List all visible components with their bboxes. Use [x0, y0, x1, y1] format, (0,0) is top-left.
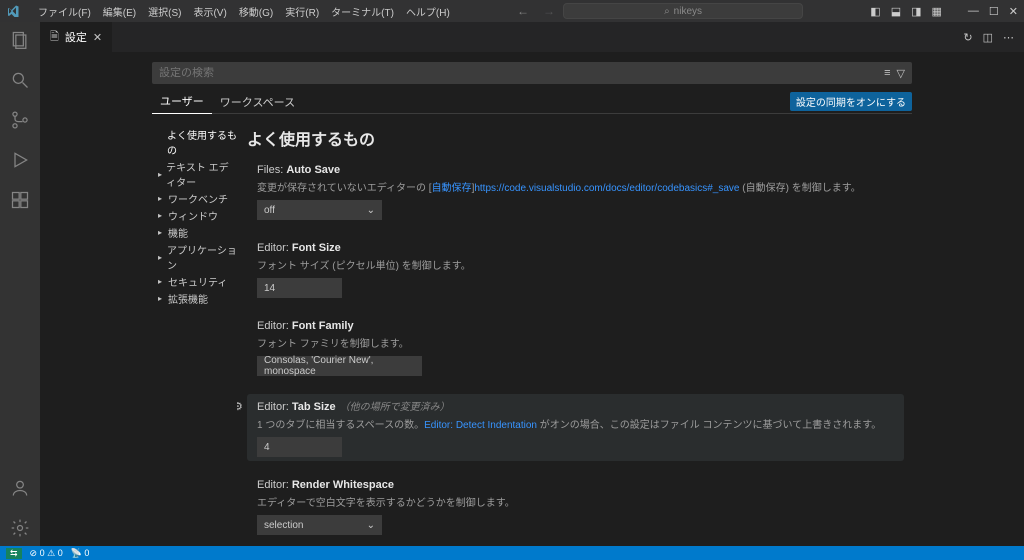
menu-help[interactable]: ヘルプ(H)	[406, 4, 450, 19]
fontfamily-input[interactable]: Consolas, 'Courier New', monospace	[257, 356, 422, 376]
settings-content: よく使用するもの Files: Auto Save 変更が保存されていないエディ…	[237, 120, 912, 546]
setting-gear-icon[interactable]: ⚙	[237, 400, 243, 413]
autosave-link[interactable]: 自動保存	[432, 183, 472, 194]
link-detect-indentation[interactable]: Editor: Detect Indentation	[424, 420, 537, 431]
settings-editor: ≡ ▽ ユーザー ワークスペース 設定の同期をオンにする よく使用するもの ▸テ…	[40, 52, 1024, 546]
toc-window[interactable]: ▸ウィンドウ	[158, 207, 237, 224]
filter-icon[interactable]: ▽	[897, 67, 905, 80]
activity-source-control-icon[interactable]	[8, 108, 32, 132]
menu-selection[interactable]: 選択(S)	[148, 4, 181, 19]
command-center[interactable]: ⌕ nikeys	[563, 3, 803, 19]
settings-search[interactable]: ≡ ▽	[152, 62, 912, 84]
status-bar: ⇆ ⊘ 0 ⚠ 0 📡 0	[0, 546, 1024, 560]
activity-settings-icon[interactable]	[8, 516, 32, 540]
toc-application[interactable]: ▸アプリケーション	[158, 241, 237, 273]
editor-area: 🗎 設定 ✕ ↻ ◫ ⋯ ≡ ▽ ユーザー	[40, 22, 1024, 546]
menu-terminal[interactable]: ターミナル(T)	[331, 4, 394, 19]
open-settings-json-icon[interactable]: ↻	[963, 31, 972, 44]
nav-back-icon[interactable]: ←	[517, 4, 529, 18]
nav-forward-icon[interactable]: →	[543, 4, 555, 18]
tabsize-input[interactable]: 4	[257, 437, 342, 457]
activity-run-debug-icon[interactable]	[8, 148, 32, 172]
tab-bar: 🗎 設定 ✕ ↻ ◫ ⋯	[40, 22, 1024, 52]
tab-settings[interactable]: 🗎 設定 ✕	[40, 22, 113, 52]
section-heading: よく使用するもの	[247, 126, 904, 150]
toc-security[interactable]: ▸セキュリティ	[158, 273, 237, 290]
setting-files-autosave: Files: Auto Save 変更が保存されていないエディターの [自動保存…	[247, 160, 904, 224]
autosave-url[interactable]: https://code.visualstudio.com/docs/edito…	[474, 183, 739, 194]
clear-search-icon[interactable]: ≡	[884, 67, 890, 80]
file-icon: 🗎	[50, 28, 59, 47]
activity-search-icon[interactable]	[8, 68, 32, 92]
toc-extensions[interactable]: ▸拡張機能	[158, 290, 237, 307]
setting-editor-renderwhitespace: Editor: Render Whitespace エディターで空白文字を表示す…	[247, 475, 904, 539]
command-center-text: nikeys	[674, 6, 702, 17]
turn-on-settings-sync-button[interactable]: 設定の同期をオンにする	[790, 92, 912, 111]
layout-panel-right-icon[interactable]: ◨	[911, 5, 921, 18]
setting-editor-fontsize: Editor: Font Size フォント サイズ (ピクセル単位) を制御し…	[247, 238, 904, 302]
menu-file[interactable]: ファイル(F)	[38, 4, 91, 19]
chevron-down-icon: ⌄	[367, 520, 375, 531]
activity-account-icon[interactable]	[8, 476, 32, 500]
title-bar: ファイル(F) 編集(E) 選択(S) 表示(V) 移動(G) 実行(R) ター…	[0, 0, 1024, 22]
activity-bar	[0, 22, 40, 546]
layout-panel-bottom-icon[interactable]: ⬓	[891, 5, 901, 18]
menu-run[interactable]: 実行(R)	[285, 4, 319, 19]
window-close-icon[interactable]: ✕	[1009, 5, 1018, 18]
toc-commonly-used[interactable]: よく使用するもの	[158, 126, 237, 158]
window-maximize-icon[interactable]: ☐	[989, 5, 999, 18]
scope-user-tab[interactable]: ユーザー	[152, 89, 212, 114]
tab-close-icon[interactable]: ✕	[93, 31, 102, 44]
settings-toc: よく使用するもの ▸テキスト エディター ▸ワークベンチ ▸ウィンドウ ▸機能 …	[152, 120, 237, 546]
activity-extensions-icon[interactable]	[8, 188, 32, 212]
menu-edit[interactable]: 編集(E)	[103, 4, 136, 19]
activity-explorer-icon[interactable]	[8, 28, 32, 52]
status-ports[interactable]: 📡 0	[71, 548, 90, 559]
toc-text-editor[interactable]: ▸テキスト エディター	[158, 158, 237, 190]
more-actions-icon[interactable]: ⋯	[1003, 31, 1014, 44]
settings-search-input[interactable]	[159, 67, 884, 79]
layout-customize-icon[interactable]: ▦	[932, 5, 942, 18]
menu-go[interactable]: 移動(G)	[239, 4, 273, 19]
vscode-logo-icon	[6, 4, 20, 18]
autosave-select[interactable]: off⌄	[257, 200, 382, 220]
window-minimize-icon[interactable]: —	[968, 5, 979, 18]
status-problems[interactable]: ⊘ 0 ⚠ 0	[30, 548, 63, 559]
toc-workbench[interactable]: ▸ワークベンチ	[158, 190, 237, 207]
settings-scope-tabs: ユーザー ワークスペース 設定の同期をオンにする	[152, 90, 912, 114]
remote-indicator[interactable]: ⇆	[6, 548, 22, 559]
layout-panel-left-icon[interactable]: ◧	[870, 5, 880, 18]
search-icon: ⌕	[664, 6, 670, 17]
toc-features[interactable]: ▸機能	[158, 224, 237, 241]
setting-editor-fontfamily: Editor: Font Family フォント ファミリを制御します。 Con…	[247, 316, 904, 380]
scope-workspace-tab[interactable]: ワークスペース	[212, 90, 303, 114]
menu-view[interactable]: 表示(V)	[193, 4, 226, 19]
renderwhitespace-select[interactable]: selection⌄	[257, 515, 382, 535]
setting-editor-tabsize: ⚙ Editor: Tab Size（他の場所で変更済み） 1 つのタブに相当す…	[247, 394, 904, 461]
split-editor-icon[interactable]: ◫	[983, 31, 993, 44]
tab-label: 設定	[65, 29, 87, 45]
menu-bar: ファイル(F) 編集(E) 選択(S) 表示(V) 移動(G) 実行(R) ター…	[6, 4, 450, 19]
chevron-down-icon: ⌄	[367, 205, 375, 216]
fontsize-input[interactable]: 14	[257, 278, 342, 298]
